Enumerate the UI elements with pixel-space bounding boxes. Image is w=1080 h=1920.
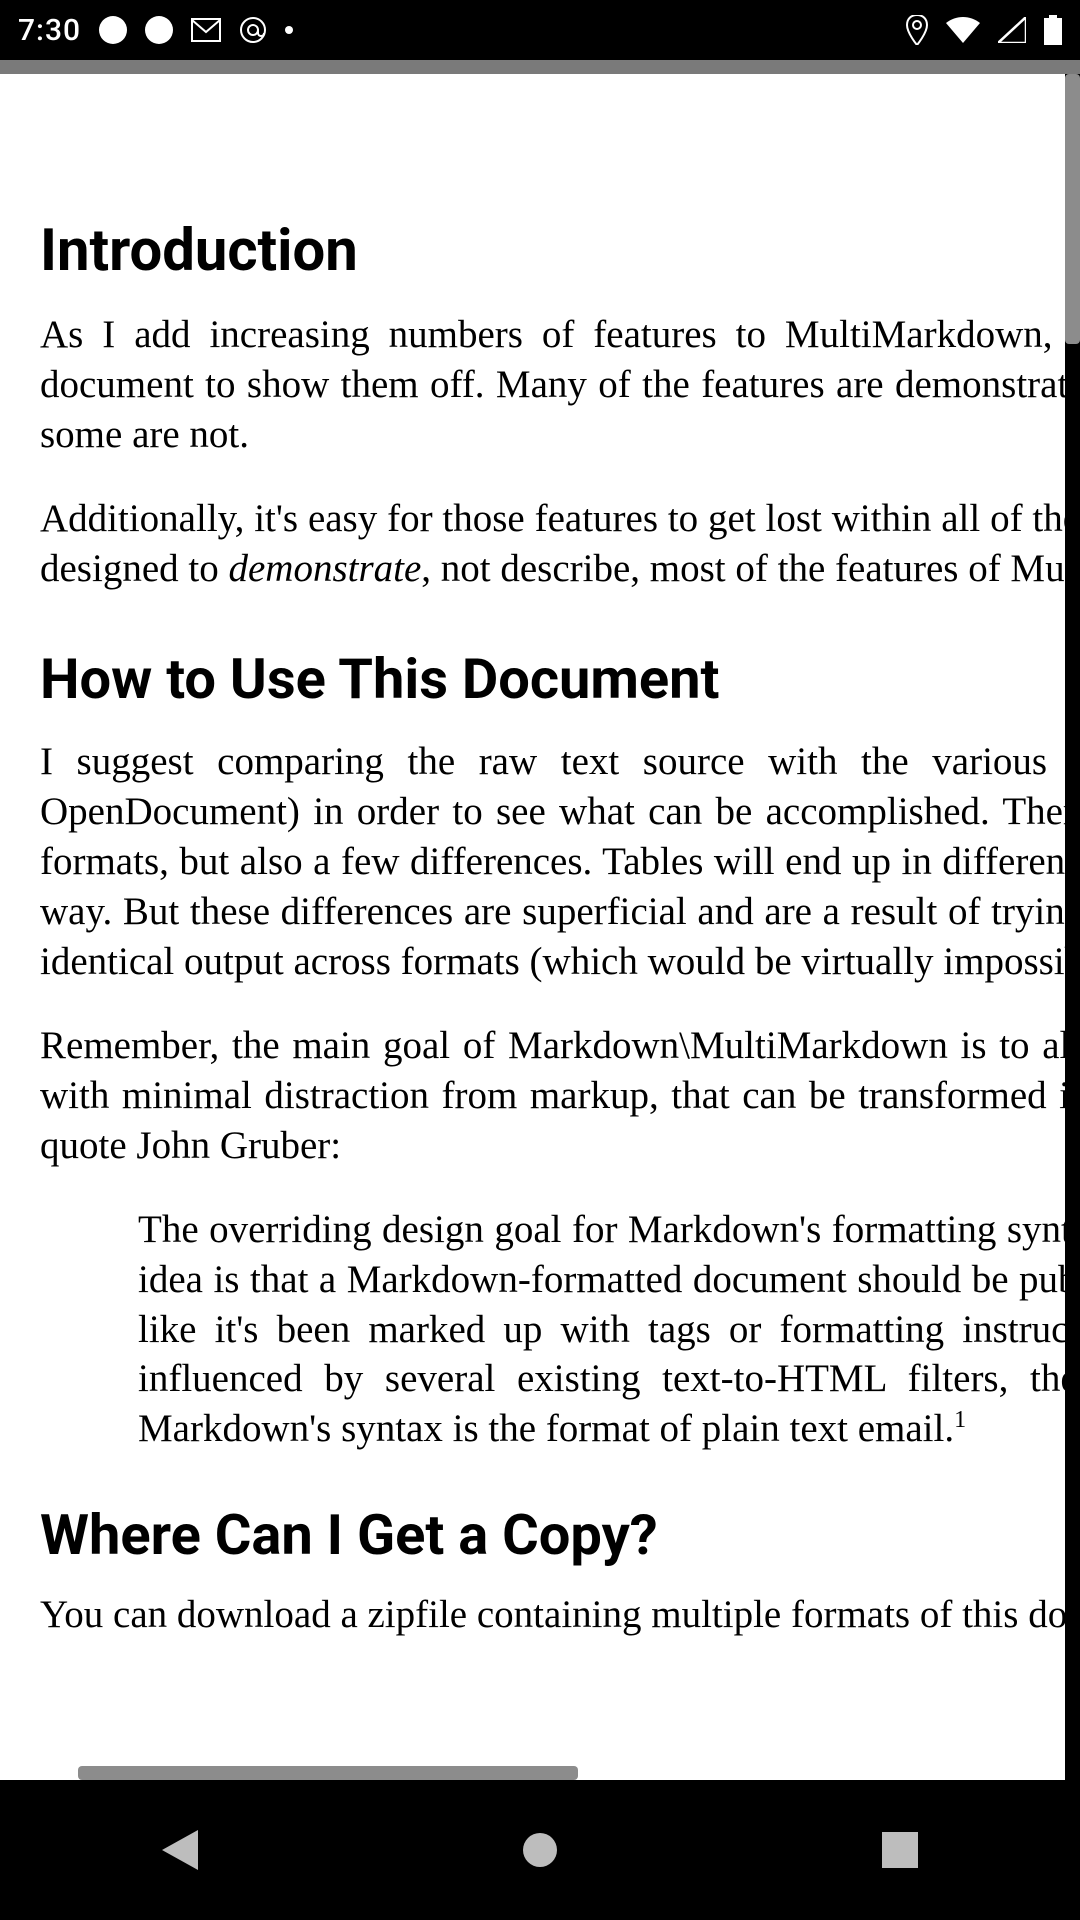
heading-how-to-use: How to Use This Document (40, 644, 1065, 716)
heading-introduction: Introduction (40, 214, 1065, 288)
horizontal-scrollbar[interactable] (78, 1766, 578, 1780)
recents-button[interactable] (800, 1832, 1000, 1868)
quote-text: The overriding design goal for Markdown'… (138, 1208, 1065, 1451)
wifi-icon (946, 17, 980, 43)
paragraph: Remember, the main goal of Markdown\Mult… (40, 1021, 1065, 1171)
blockquote: The overriding design goal for Markdown'… (138, 1205, 1065, 1455)
document-viewport[interactable]: Introduction As I add increasing numbers… (0, 74, 1080, 1780)
heading-where-copy: Where Can I Get a Copy? (40, 1500, 1065, 1572)
notification-dot-icon (145, 16, 173, 44)
notification-dot-icon (99, 16, 127, 44)
back-button[interactable] (80, 1830, 280, 1870)
status-left: 7:30 (18, 13, 293, 48)
footnote-marker[interactable]: 1 (954, 1407, 966, 1433)
paragraph: Additionally, it's easy for those featur… (40, 494, 1065, 594)
vertical-scrollbar[interactable] (1065, 74, 1080, 344)
text-emphasis: demonstrate (228, 547, 421, 590)
document-page: Introduction As I add increasing numbers… (0, 74, 1065, 1780)
status-right (906, 15, 1062, 45)
status-clock: 7:30 (18, 13, 81, 48)
paragraph: You can download a zipfile containing mu… (40, 1590, 1065, 1640)
at-sign-icon (239, 16, 267, 44)
text: As I add increasing numbers of features … (40, 313, 1065, 406)
more-notifications-icon (285, 26, 293, 34)
paragraph: As I add increasing numbers of features … (40, 310, 1065, 460)
text: , not describe, most of the features of … (421, 547, 1065, 590)
location-icon (906, 15, 928, 45)
document-body: Introduction As I add increasing numbers… (0, 74, 1065, 1714)
home-button[interactable] (440, 1830, 640, 1870)
system-navbar (0, 1780, 1080, 1920)
status-bar: 7:30 (0, 0, 1080, 60)
battery-icon (1044, 15, 1062, 45)
paragraph: I suggest comparing the raw text source … (40, 737, 1065, 987)
mail-icon (191, 18, 221, 42)
cell-signal-icon (998, 17, 1026, 43)
app-chrome-strip (0, 60, 1080, 74)
